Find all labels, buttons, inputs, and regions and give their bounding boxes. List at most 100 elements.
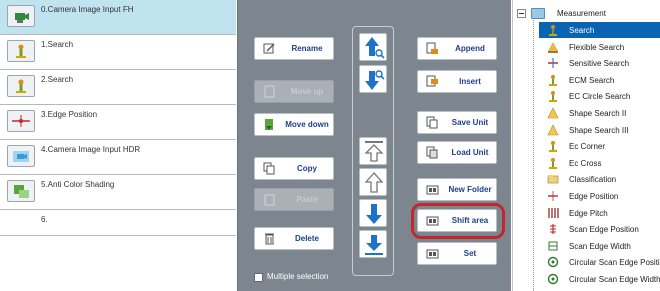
multiple-selection-checkbox[interactable]: [254, 273, 263, 282]
tree-item-label: Shape Search II: [569, 109, 627, 118]
tree-item-label: Sensitive Search: [569, 59, 630, 69]
circular-scan-icon: [547, 273, 559, 285]
copy-label: Copy: [297, 164, 317, 173]
arrow-to-top-icon: [364, 141, 384, 162]
unit-label: 5.Anti Color Shading: [41, 180, 115, 189]
tree-item-label: Edge Position: [569, 192, 619, 201]
move-up-one-button[interactable]: [359, 168, 387, 196]
tree-item-circular-scan-edge-width[interactable]: Circular Scan Edge Width: [539, 271, 660, 287]
load-unit-button[interactable]: Load Unit: [417, 141, 497, 164]
move-up-button[interactable]: Move up: [254, 80, 334, 103]
unit-row-0[interactable]: 0.Camera Image Input FH: [0, 0, 236, 35]
scan-edge-position-icon: [550, 224, 556, 235]
arrow-up-icon: [364, 172, 384, 193]
tree-item-circular-scan-edge-position[interactable]: Circular Scan Edge Position: [539, 254, 660, 270]
tree-item-shape-search-iii[interactable]: Shape Search III: [539, 122, 660, 138]
paste-label: Paste: [296, 195, 318, 204]
tree-item-label: Ec Corner: [569, 142, 606, 152]
save-unit-button[interactable]: Save Unit: [417, 111, 497, 134]
delete-label: Delete: [294, 234, 319, 243]
copy-button[interactable]: Copy: [254, 157, 334, 180]
unit-row-5[interactable]: 5.Anti Color Shading: [0, 175, 236, 210]
tree-root-measurement[interactable]: Measurement: [557, 9, 606, 18]
tree-item-search[interactable]: Search: [539, 22, 660, 38]
rename-button[interactable]: Rename: [254, 37, 334, 60]
rename-label: Rename: [291, 44, 323, 53]
new-folder-button[interactable]: New Folder: [417, 178, 497, 201]
tree-item-label: Shape Search III: [569, 125, 629, 135]
processing-item-tree: Measurement Search Flexible Search Sensiti…: [512, 0, 660, 291]
append-icon: [426, 42, 438, 54]
tree-item-label: Edge Pitch: [569, 208, 608, 218]
move-up-icon: [264, 85, 275, 98]
search-unit-icon: [7, 40, 35, 62]
new-folder-label: New Folder: [448, 185, 492, 194]
shape-search-icon: [547, 107, 559, 119]
tree-item-label: Circular Scan Edge Width: [569, 275, 660, 284]
tree-item-label: Classification: [569, 175, 617, 185]
unit-label: 0.Camera Image Input FH: [41, 5, 134, 14]
move-to-bottom-button[interactable]: [359, 230, 387, 258]
delete-icon: [265, 233, 274, 245]
unit-row-6[interactable]: 6.: [0, 210, 236, 236]
move-down-search-button[interactable]: [359, 65, 387, 93]
edit-button-panel: Rename Move up Move down Copy Paste Dele…: [237, 0, 511, 291]
tree-item-ec-cross[interactable]: Ec Cross: [539, 155, 660, 171]
save-unit-icon: [426, 116, 438, 129]
append-label: Append: [455, 44, 485, 53]
unit-label: 4.Camera Image Input HDR: [41, 145, 141, 154]
tree-item-scan-edge-position[interactable]: Scan Edge Position: [539, 221, 660, 237]
move-down-button[interactable]: Move down: [254, 113, 334, 136]
tree-item-label: Circular Scan Edge Position: [569, 258, 660, 268]
ec-circle-search-icon: [549, 91, 557, 103]
tree-item-label: Scan Edge Position: [569, 225, 639, 235]
tree-item-label: Search: [569, 26, 595, 35]
unit-row-4[interactable]: 4.Camera Image Input HDR: [0, 140, 236, 175]
arrow-down-search-icon: [365, 70, 385, 90]
unit-label: 6.: [41, 215, 48, 224]
unit-row-1[interactable]: 1.Search: [0, 35, 236, 70]
ecm-search-icon: [549, 74, 557, 86]
classification-icon: [547, 175, 559, 184]
tree-item-label: Flexible Search: [569, 42, 625, 52]
unit-row-3[interactable]: 3.Edge Position: [0, 105, 236, 140]
move-to-top-button[interactable]: [359, 137, 387, 165]
anti-color-shading-icon: [7, 180, 35, 202]
move-down-icon: [265, 119, 273, 130]
tree-item-shape-search-ii[interactable]: Shape Search II: [539, 105, 660, 121]
arrow-to-bottom-icon: [365, 235, 383, 255]
multiple-selection-label: Multiple selection: [267, 272, 329, 281]
sensitive-search-icon: [548, 58, 558, 69]
tree-item-edge-pitch[interactable]: Edge Pitch: [539, 205, 660, 221]
tree-item-scan-edge-width[interactable]: Scan Edge Width: [539, 238, 660, 254]
circular-scan-icon: [547, 257, 559, 268]
insert-label: Insert: [459, 77, 481, 86]
append-button[interactable]: Append: [417, 37, 497, 60]
tree-item-ec-circle-search[interactable]: EC Circle Search: [539, 88, 660, 104]
tree-item-ec-corner[interactable]: Ec Corner: [539, 138, 660, 154]
collapse-icon[interactable]: [517, 9, 526, 18]
tree-item-ecm-search[interactable]: ECM Search: [539, 72, 660, 88]
tree-guide-line: [533, 20, 534, 291]
tree-item-flexible-search[interactable]: Flexible Search: [539, 39, 660, 55]
edge-pitch-icon: [548, 207, 559, 218]
insert-button[interactable]: Insert: [417, 70, 497, 93]
search-item-icon: [549, 25, 557, 36]
unit-row-2[interactable]: 2.Search: [0, 70, 236, 105]
set-label: Set: [463, 249, 477, 258]
delete-button[interactable]: Delete: [254, 227, 334, 250]
load-unit-label: Load Unit: [451, 148, 489, 157]
set-button[interactable]: Set: [417, 242, 497, 265]
search-unit-icon: [7, 75, 35, 97]
paste-button[interactable]: Paste: [254, 188, 334, 211]
folder-icon: [531, 8, 545, 19]
tree-item-sensitive-search[interactable]: Sensitive Search: [539, 55, 660, 71]
move-down-one-button[interactable]: [359, 199, 387, 227]
rename-icon: [263, 43, 275, 54]
move-up-search-button[interactable]: [359, 33, 387, 61]
ec-cross-icon: [549, 157, 557, 169]
shift-area-highlight: [411, 203, 505, 239]
load-unit-icon: [426, 146, 438, 159]
tree-item-edge-position[interactable]: Edge Position: [539, 188, 660, 204]
tree-item-classification[interactable]: Classification: [539, 171, 660, 187]
